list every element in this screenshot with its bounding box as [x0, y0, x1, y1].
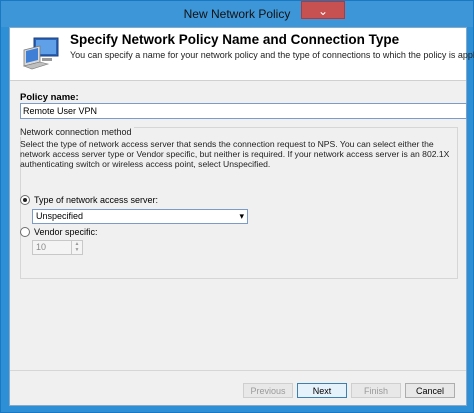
close-icon: ⌄ — [317, 4, 329, 18]
connection-description: Select the type of network access server… — [20, 139, 450, 169]
access-server-type-value: Unspecified — [36, 211, 84, 221]
vendor-radio-label: Vendor specific: — [34, 227, 98, 237]
policy-name-label: Policy name: — [20, 92, 79, 103]
finish-button[interactable]: Finish — [351, 383, 401, 398]
window-title: New Network Policy — [183, 7, 291, 21]
access-server-type-select[interactable]: Unspecified ▾ — [32, 209, 248, 224]
stepper-arrows-icon[interactable]: ▲ ▼ — [71, 241, 82, 254]
next-button[interactable]: Next — [297, 383, 347, 398]
policy-name-input[interactable] — [20, 103, 467, 119]
vendor-specific-stepper[interactable]: 10 ▲ ▼ — [32, 240, 83, 255]
computer-icon — [22, 37, 59, 70]
type-radio[interactable] — [20, 195, 30, 205]
chevron-down-icon: ▾ — [239, 211, 244, 221]
wizard-header: Specify Network Policy Name and Connecti… — [10, 28, 474, 81]
close-button[interactable]: ⌄ — [301, 1, 345, 19]
type-radio-row[interactable]: Type of network access server: — [20, 195, 158, 205]
cancel-button[interactable]: Cancel — [405, 383, 455, 398]
connection-method-label: Network connection method — [20, 127, 134, 137]
wizard-body: Specify Network Policy Name and Connecti… — [9, 27, 474, 406]
footer-divider — [10, 370, 466, 371]
vendor-radio[interactable] — [20, 227, 30, 237]
page-subtitle: You can specify a name for your network … — [70, 50, 474, 60]
vendor-radio-row[interactable]: Vendor specific: — [20, 227, 98, 237]
title-bar[interactable]: New Network Policy ⌄ — [1, 1, 473, 27]
wizard-window: New Network Policy ⌄ Specify Network Pol… — [0, 0, 474, 413]
type-radio-label: Type of network access server: — [34, 195, 159, 205]
previous-button[interactable]: Previous — [243, 383, 293, 398]
page-title: Specify Network Policy Name and Connecti… — [70, 32, 400, 47]
vendor-specific-value: 10 — [36, 242, 47, 252]
